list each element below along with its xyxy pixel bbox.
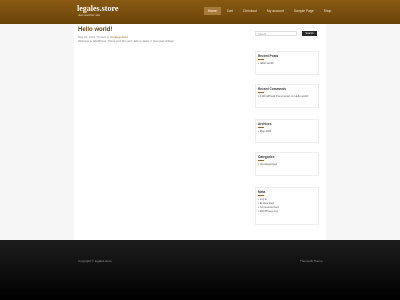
nav-item-shop[interactable]: Shop bbox=[320, 7, 336, 15]
widget-categories: Categories • Uncategorized bbox=[255, 152, 319, 176]
footer-copyright: Copyright © legales.store bbox=[78, 259, 112, 263]
title-underline bbox=[258, 195, 264, 196]
post-date[interactable]: May 22, 2021 bbox=[78, 35, 95, 39]
main-navigation: Home Cart Checkout My account Sample Pag… bbox=[204, 7, 335, 15]
category-link[interactable]: • Uncategorized bbox=[258, 163, 316, 167]
nav-item-sample-page[interactable]: Sample Page bbox=[290, 7, 318, 15]
post-category-link[interactable]: Uncategorized bbox=[110, 35, 128, 39]
site-footer: Copyright © legales.store Themes8 Theme bbox=[0, 240, 400, 300]
title-underline bbox=[258, 92, 264, 93]
widget-meta: Meta • Log in • Entries feed • Comments … bbox=[255, 187, 319, 225]
widget-title: Categories bbox=[258, 155, 275, 159]
search-button[interactable]: Search bbox=[302, 31, 317, 36]
search-form: Search ... Search bbox=[255, 31, 321, 37]
widget-title: Recent Comments bbox=[258, 87, 286, 91]
nav-item-home[interactable]: Home bbox=[204, 7, 221, 15]
recent-comment-link[interactable]: • A WordPress Commenter on Hello world! bbox=[258, 95, 316, 99]
widget-title: Recent Posts bbox=[258, 54, 279, 58]
archive-link[interactable]: • May 2021 bbox=[258, 130, 316, 134]
post-title[interactable]: Hello world! bbox=[78, 26, 246, 34]
site-header: legales.store Just another site Home Car… bbox=[0, 0, 400, 24]
widget-title: Meta bbox=[258, 190, 266, 194]
widget-recent-comments: Recent Comments • A WordPress Commenter … bbox=[255, 84, 319, 108]
post-excerpt: Welcome to WordPress. This is your first… bbox=[78, 40, 174, 43]
widget-archives: Archives • May 2021 bbox=[255, 119, 319, 143]
content-area: Hello world! May 22, 2021 / Posted in Un… bbox=[74, 24, 326, 240]
search-input[interactable]: Search ... bbox=[255, 31, 297, 36]
nav-item-checkout[interactable]: Checkout bbox=[239, 7, 261, 15]
meta-wordpress-link[interactable]: • WordPress.org bbox=[258, 210, 316, 214]
title-underline bbox=[258, 59, 264, 60]
title-underline bbox=[258, 160, 264, 161]
title-underline bbox=[258, 127, 264, 128]
post-article: Hello world! May 22, 2021 / Posted in Un… bbox=[78, 26, 246, 44]
footer-theme-credit[interactable]: Themes8 Theme bbox=[300, 259, 323, 263]
site-tagline: Just another site bbox=[78, 13, 101, 17]
widget-recent-posts: Recent Posts • Hello world! bbox=[255, 51, 319, 75]
site-title[interactable]: legales.store bbox=[77, 5, 118, 13]
nav-item-my-account[interactable]: My account bbox=[263, 7, 288, 15]
recent-post-link[interactable]: • Hello world! bbox=[258, 62, 316, 66]
widget-title: Archives bbox=[258, 122, 272, 126]
meta-prefix: Posted in bbox=[97, 35, 109, 39]
nav-item-cart[interactable]: Cart bbox=[223, 7, 237, 15]
